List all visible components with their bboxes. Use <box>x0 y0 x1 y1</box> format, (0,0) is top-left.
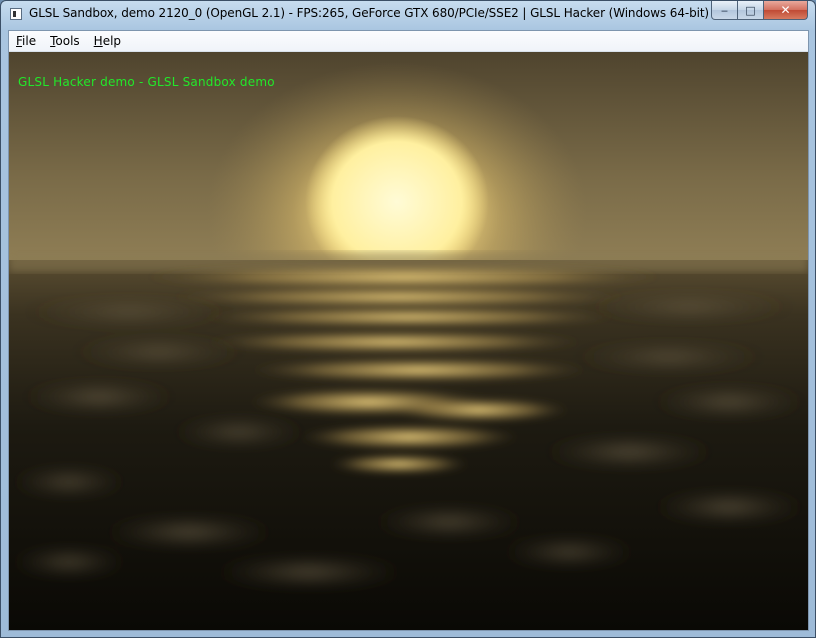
app-window: GLSL Sandbox, demo 2120_0 (OpenGL 2.1) -… <box>0 0 816 638</box>
menu-bar: File Tools Help <box>9 31 808 52</box>
menu-help-accel: H <box>93 34 103 48</box>
caption-buttons: ‒ □ ✕ <box>711 1 808 21</box>
client-area: File Tools Help GLSL Hacker demo - GLSL … <box>8 30 809 631</box>
title-bar[interactable]: GLSL Sandbox, demo 2120_0 (OpenGL 2.1) -… <box>1 1 815 29</box>
menu-help[interactable]: Help <box>87 31 128 51</box>
menu-file-label: ile <box>22 34 37 48</box>
ocean-sunset-scene <box>9 52 808 630</box>
close-button[interactable]: ✕ <box>764 1 808 20</box>
close-icon: ✕ <box>780 3 791 17</box>
minimize-button[interactable]: ‒ <box>711 1 738 20</box>
minimize-icon: ‒ <box>721 3 728 17</box>
window-title: GLSL Sandbox, demo 2120_0 (OpenGL 2.1) -… <box>29 6 743 20</box>
app-window-icon[interactable] <box>10 8 22 20</box>
menu-help-label: elp <box>102 34 122 48</box>
render-viewport[interactable]: GLSL Hacker demo - GLSL Sandbox demo <box>9 52 808 630</box>
menu-file[interactable]: File <box>9 31 43 51</box>
menu-tools[interactable]: Tools <box>43 31 87 51</box>
menu-tools-label: ools <box>55 34 80 48</box>
demo-overlay-label: GLSL Hacker demo - GLSL Sandbox demo <box>18 75 275 89</box>
maximize-button[interactable]: □ <box>738 1 764 20</box>
maximize-icon: □ <box>745 3 756 17</box>
